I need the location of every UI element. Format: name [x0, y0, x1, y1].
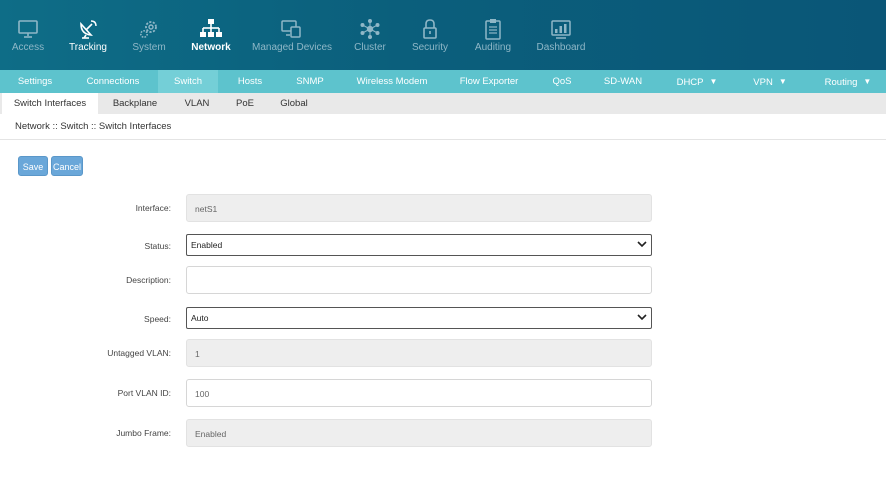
secnav-qos[interactable]: QoS [546, 70, 578, 93]
status-value: Enabled [191, 240, 223, 250]
topnav-cluster-label: Cluster [354, 42, 386, 53]
breadcrumb: Network :: Switch :: Switch Interfaces [15, 121, 172, 132]
secnav-hosts-label: Hosts [237, 76, 263, 87]
secnav-flow-exporter[interactable]: Flow Exporter [452, 70, 526, 93]
save-button[interactable]: Save [18, 156, 48, 176]
secnav-snmp[interactable]: SNMP [290, 70, 330, 93]
satellite-dish-icon [80, 20, 97, 39]
topnav-managed-devices-label: Managed Devices [252, 42, 333, 53]
topnav-security[interactable]: Security [406, 0, 454, 70]
topnav-managed-devices[interactable]: Managed Devices [252, 0, 333, 70]
tab-global-label: Global [280, 98, 308, 109]
network-icon [200, 19, 222, 37]
lock-icon [423, 19, 437, 39]
topnav-auditing[interactable]: Auditing [468, 0, 518, 70]
interface-field: netS1 [186, 194, 652, 222]
cancel-button[interactable]: Cancel [51, 156, 83, 176]
tab-vlan-label: VLAN [184, 98, 210, 109]
secnav-hosts[interactable]: Hosts [230, 70, 270, 93]
port-vlan-id-field[interactable]: 100 [186, 379, 652, 407]
speed-value: Auto [191, 313, 209, 323]
topnav-auditing-label: Auditing [474, 42, 512, 53]
untagged-vlan-field: 1 [186, 339, 652, 367]
top-navigation-bar: Access Tracking System Network Managed D… [0, 0, 886, 70]
topnav-system-label: System [132, 42, 166, 53]
secnav-qos-label: QoS [552, 76, 572, 87]
secnav-connections-label: Connections [86, 76, 140, 87]
topnav-tracking[interactable]: Tracking [62, 0, 114, 70]
untagged-vlan-value: 1 [195, 349, 200, 359]
dashboard-icon [551, 20, 571, 39]
secnav-wireless-modem-label: Wireless Modem [356, 76, 428, 87]
gears-icon [139, 21, 157, 39]
status-label: Status: [144, 241, 171, 251]
tab-backplane-label: Backplane [112, 98, 158, 109]
tab-bar: Switch Interfaces Backplane VLAN PoE Glo… [0, 93, 886, 114]
devices-icon [281, 20, 301, 38]
topnav-network[interactable]: Network [186, 0, 236, 70]
secnav-connections[interactable]: Connections [80, 70, 146, 93]
topnav-cluster[interactable]: Cluster [346, 0, 394, 70]
topnav-system[interactable]: System [124, 0, 174, 70]
tab-vlan[interactable]: VLAN [178, 93, 216, 114]
tab-poe-label: PoE [236, 98, 254, 109]
topnav-security-label: Security [411, 42, 449, 53]
tab-poe[interactable]: PoE [230, 93, 260, 114]
topnav-network-label: Network [191, 42, 231, 53]
secnav-flow-exporter-label: Flow Exporter [459, 76, 519, 87]
description-label: Description: [126, 275, 171, 285]
speed-select[interactable]: Auto [186, 307, 652, 329]
chevron-down-icon [637, 241, 647, 248]
secnav-sd-wan-label: SD-WAN [603, 76, 643, 87]
interface-value: netS1 [195, 204, 218, 214]
secnav-dhcp[interactable]: DHCP ▼ [670, 70, 724, 93]
jumbo-frame-value: Enabled [195, 429, 227, 439]
status-select[interactable]: Enabled [186, 234, 652, 256]
speed-label: Speed: [144, 314, 171, 324]
topnav-dashboard-label: Dashboard [536, 42, 586, 53]
secnav-vpn[interactable]: VPN ▼ [746, 70, 794, 93]
cluster-icon [360, 19, 380, 39]
secnav-switch[interactable]: Switch [158, 70, 218, 93]
secnav-settings[interactable]: Settings [8, 70, 62, 93]
monitor-icon [18, 20, 38, 38]
secnav-settings-label: Settings [17, 76, 53, 87]
topnav-access-label: Access [11, 42, 45, 53]
tab-global[interactable]: Global [274, 93, 314, 114]
secnav-switch-label: Switch [174, 76, 202, 87]
chevron-down-icon: ▼ [778, 77, 787, 86]
description-field[interactable] [186, 266, 652, 294]
secnav-routing-label: Routing [824, 77, 858, 88]
jumbo-frame-label: Jumbo Frame: [116, 428, 171, 438]
tab-backplane[interactable]: Backplane [106, 93, 164, 114]
untagged-vlan-label: Untagged VLAN: [107, 348, 171, 358]
chevron-down-icon [637, 314, 647, 321]
topnav-dashboard[interactable]: Dashboard [532, 0, 590, 70]
clipboard-icon [485, 19, 501, 40]
secnav-routing[interactable]: Routing ▼ [816, 70, 880, 93]
secnav-vpn-label: VPN [753, 77, 773, 88]
secnav-wireless-modem[interactable]: Wireless Modem [352, 70, 432, 93]
chevron-down-icon: ▼ [863, 77, 872, 86]
chevron-down-icon: ▼ [709, 77, 718, 86]
jumbo-frame-field: Enabled [186, 419, 652, 447]
tab-switch-interfaces-label: Switch Interfaces [13, 98, 87, 109]
secnav-snmp-label: SNMP [296, 76, 324, 87]
secnav-sd-wan[interactable]: SD-WAN [600, 70, 646, 93]
port-vlan-id-label: Port VLAN ID: [117, 388, 171, 398]
topnav-access[interactable]: Access [6, 0, 50, 70]
port-vlan-id-value: 100 [195, 389, 210, 399]
tab-switch-interfaces[interactable]: Switch Interfaces [2, 93, 98, 114]
secondary-navigation-bar: Settings Connections Switch Hosts SNMP W… [0, 70, 886, 93]
divider [0, 139, 886, 140]
topnav-tracking-label: Tracking [69, 42, 107, 53]
secnav-dhcp-label: DHCP [676, 77, 704, 88]
interface-label: Interface: [135, 203, 171, 213]
